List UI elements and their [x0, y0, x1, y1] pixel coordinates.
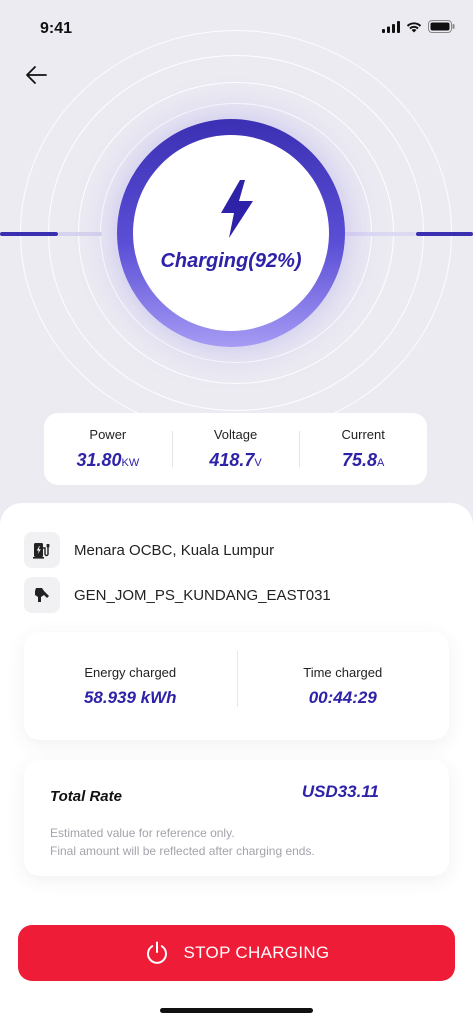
home-indicator: [160, 1008, 313, 1013]
right-flow-line-track: [340, 232, 416, 236]
battery-icon: [428, 20, 455, 33]
charging-station-icon: [24, 532, 60, 568]
stop-charging-button[interactable]: STOP CHARGING: [18, 925, 455, 981]
charging-plug-icon: [24, 577, 60, 613]
total-rate-label: Total Rate: [50, 788, 122, 805]
wifi-icon: [406, 21, 422, 32]
status-bar: 9:41: [0, 0, 473, 56]
left-flow-line-track: [58, 232, 102, 236]
metric-value-group: 418.7V: [172, 450, 300, 471]
metric-unit: KW: [121, 457, 140, 469]
metric-unit: A: [377, 457, 385, 469]
energy-charged: Energy charged 58.939 kWh: [24, 665, 237, 708]
charger-id-row: GEN_JOM_PS_KUNDANG_EAST031: [24, 577, 331, 613]
metric-label: Power: [89, 427, 127, 442]
time-charged-label: Time charged: [303, 664, 383, 680]
charging-status-label: Charging(92%): [160, 250, 302, 272]
charger-id-text: GEN_JOM_PS_KUNDANG_EAST031: [74, 586, 331, 604]
rate-disclaimer-line: Estimated value for reference only.: [50, 826, 235, 840]
metric-current: Current 75.8A: [299, 427, 427, 471]
station-location-row: Menara OCBC, Kuala Lumpur: [24, 532, 274, 568]
station-location-text: Menara OCBC, Kuala Lumpur: [74, 541, 275, 559]
right-flow-line: [416, 232, 473, 236]
charging-hero: Charging(92%): [0, 0, 473, 420]
metrics-card: Power 31.80KW Voltage 418.7V Current 75.…: [44, 413, 427, 485]
left-flow-line: [0, 232, 58, 236]
metric-voltage: Voltage 418.7V: [171, 427, 300, 471]
energy-charged-value: 58.939 kWh: [83, 687, 177, 707]
metric-label: Voltage: [213, 427, 258, 442]
status-icons: [382, 20, 455, 33]
rate-disclaimer: Estimated value for reference only. Fina…: [50, 824, 315, 860]
energy-card: Energy charged 58.939 kWh Time charged 0…: [24, 632, 449, 740]
signal-icon: [382, 20, 400, 33]
back-button[interactable]: [24, 62, 50, 88]
metric-power: Power 31.80KW: [44, 427, 172, 471]
energy-charged-label: Energy charged: [84, 664, 177, 680]
metric-value: 75.8: [341, 450, 378, 470]
metric-unit: V: [254, 457, 262, 469]
time-charged: Time charged 00:44:29: [236, 650, 450, 708]
status-time: 9:41: [40, 20, 73, 37]
rate-disclaimer-line: Final amount will be reflected after cha…: [50, 844, 315, 858]
metric-value: 31.80: [76, 450, 122, 470]
metric-value-group: 75.8A: [299, 450, 427, 471]
power-icon: [146, 941, 167, 964]
time-charged-value: 00:44:29: [308, 687, 377, 707]
lightning-icon: [221, 180, 253, 238]
metric-value: 418.7: [209, 450, 255, 470]
rate-card: Total Rate USD33.11 Estimated value for …: [24, 760, 449, 876]
stop-charging-label: STOP CHARGING: [183, 943, 330, 962]
metric-label: Current: [341, 427, 385, 442]
metric-value-group: 31.80KW: [44, 450, 172, 471]
arrow-left-icon: [26, 66, 47, 84]
total-rate-value: USD33.11: [301, 782, 379, 801]
